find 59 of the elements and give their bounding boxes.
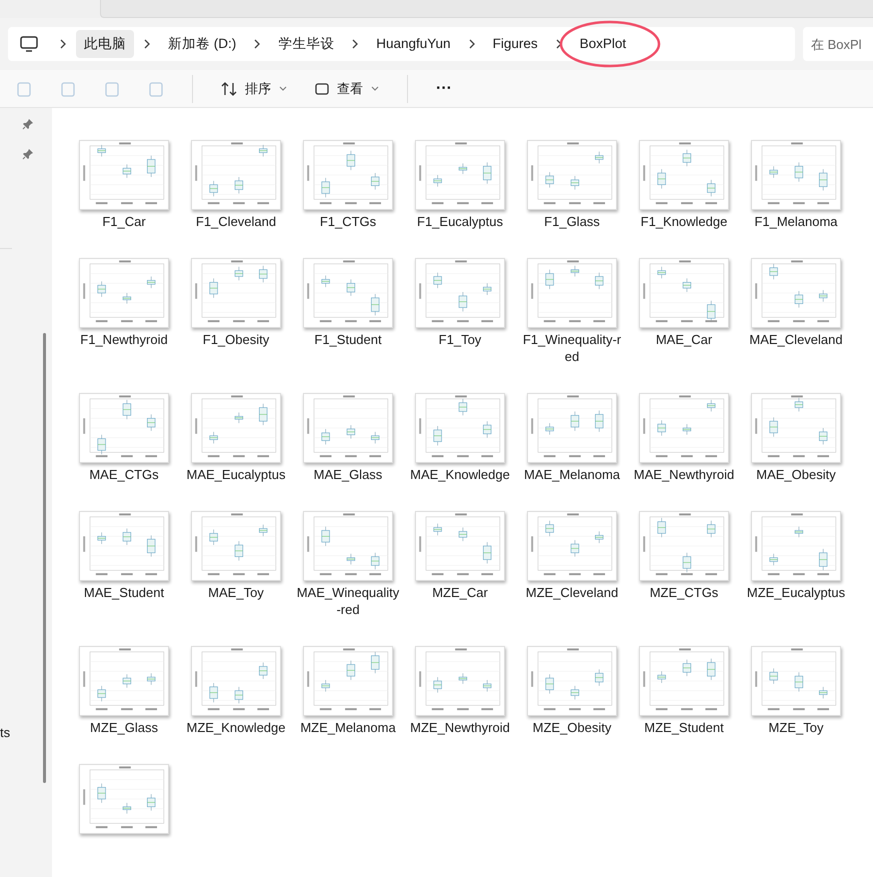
file-name[interactable]: F1_Knowledge (632, 213, 736, 230)
file-name[interactable]: MZE_Eucalyptus (744, 584, 848, 601)
file-name[interactable]: F1_Car (72, 213, 176, 230)
file-name[interactable]: F1_Newthyroid (72, 331, 176, 348)
chevron-icon[interactable] (254, 39, 260, 49)
nav-item-label[interactable]: ts (0, 723, 10, 742)
more-button[interactable]: ··· (436, 76, 452, 100)
file-name[interactable]: F1_CTGs (296, 213, 400, 230)
computer-icon (20, 36, 38, 52)
pin-icon[interactable] (22, 118, 34, 130)
view-icon (315, 82, 329, 94)
view-button[interactable]: 查看 (315, 78, 379, 98)
breadcrumb-item[interactable]: HuangfuYun (368, 30, 459, 58)
scrollbar[interactable] (43, 333, 46, 783)
file-name[interactable]: F1_Melanoma (744, 213, 848, 230)
caret-icon (279, 86, 287, 91)
file-name[interactable]: MZE_Newthyroid (408, 719, 512, 736)
file-name[interactable]: MAE_Obesity (744, 466, 848, 483)
file-name[interactable]: MAE_Cleveland (744, 331, 848, 348)
breadcrumb-item[interactable]: 学生毕设 (270, 30, 342, 58)
file-name[interactable]: MAE_Knowledge (408, 466, 512, 483)
pin-icon[interactable] (22, 148, 34, 160)
file-name[interactable]: MAE_Melanoma (520, 466, 624, 483)
file-name[interactable]: MZE_Obesity (520, 719, 624, 736)
file-name[interactable]: MAE_Eucalyptus (184, 466, 288, 483)
file-name[interactable]: MZE_Melanoma (296, 719, 400, 736)
file-name[interactable]: MZE_CTGs (632, 584, 736, 601)
file-name[interactable]: MAE_Toy (184, 584, 288, 601)
file-name[interactable]: MZE_Student (632, 719, 736, 736)
file-name[interactable]: MAE_Newthyroid (632, 466, 736, 483)
file-name[interactable]: MAE_Winequality-red (296, 584, 400, 618)
breadcrumb-item[interactable]: 此电脑 (76, 30, 134, 58)
file-name[interactable]: F1_Winequality-red (520, 331, 624, 365)
file-name[interactable]: F1_Student (296, 331, 400, 348)
caret-icon (371, 86, 379, 91)
file-name[interactable]: MAE_Glass (296, 466, 400, 483)
file-name[interactable]: F1_Glass (520, 213, 624, 230)
breadcrumb-item[interactable]: Figures (484, 30, 546, 58)
file-name[interactable]: MZE_Knowledge (184, 719, 288, 736)
chevron-icon[interactable] (144, 39, 150, 49)
file-name[interactable]: MZE_Glass (72, 719, 176, 736)
file-name[interactable]: F1_Cleveland (184, 213, 288, 230)
file-name[interactable]: MAE_Student (72, 584, 176, 601)
file-name[interactable]: MZE_Toy (744, 719, 848, 736)
breadcrumb-item[interactable]: 新加卷 (D:) (160, 30, 244, 58)
file-name[interactable]: MAE_CTGs (72, 466, 176, 483)
chevron-icon[interactable] (352, 39, 358, 49)
file-name[interactable]: F1_Obesity (184, 331, 288, 348)
search-field[interactable]: 在 BoxPl (803, 27, 873, 61)
chevron-icon[interactable] (60, 39, 66, 49)
sort-icon (221, 82, 237, 96)
file-name[interactable]: F1_Eucalyptus (408, 213, 512, 230)
file-name[interactable]: F1_Toy (408, 331, 512, 348)
file-name[interactable]: MZE_Car (408, 584, 512, 601)
sort-button[interactable]: 排序 (221, 78, 287, 98)
file-name[interactable]: MAE_Car (632, 331, 736, 348)
chevron-icon[interactable] (556, 39, 562, 49)
file-name[interactable]: MZE_Cleveland (520, 584, 624, 601)
chevron-icon[interactable] (468, 39, 475, 49)
